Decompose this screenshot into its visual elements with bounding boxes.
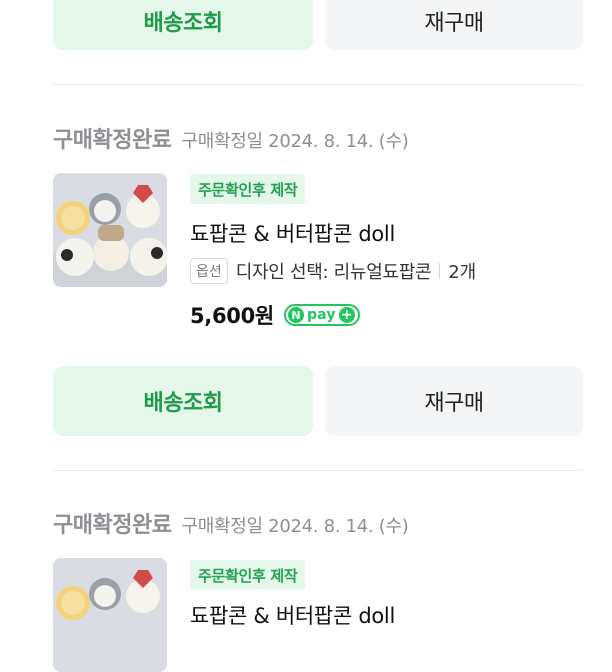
product-title[interactable]: 됴팝콘 & 버터팝콘 doll xyxy=(190,218,395,248)
track-delivery-label: 배송조회 xyxy=(143,391,223,416)
order-status: 구매확정완료 xyxy=(53,513,172,538)
option-badge: 옵션 xyxy=(190,258,228,284)
confirm-date: 구매확정일 2024. 8. 14. (수) xyxy=(181,516,409,537)
npay-n-mark: N xyxy=(287,307,304,323)
track-delivery-button[interactable]: 배송조회 xyxy=(53,366,313,436)
order-status: 구매확정완료 xyxy=(53,128,172,153)
price-row: 5,600원 N pay + xyxy=(190,300,360,330)
product-thumbnail[interactable] xyxy=(53,173,167,287)
confirm-date: 구매확정일 2024. 8. 14. (수) xyxy=(181,131,409,152)
npay-plus-icon: N pay + xyxy=(283,304,360,326)
divider xyxy=(53,84,583,85)
divider xyxy=(53,470,583,471)
track-delivery-label: 배송조회 xyxy=(143,11,223,36)
made-to-order-tag: 주문확인후 제작 xyxy=(190,174,306,204)
npay-plus-mark: + xyxy=(338,307,355,323)
product-title[interactable]: 됴팝콘 & 버터팝콘 doll xyxy=(190,600,395,630)
rebuy-button[interactable]: 재구매 xyxy=(325,0,583,50)
track-delivery-button[interactable]: 배송조회 xyxy=(53,0,313,50)
option-value: 디자인 선택: 리뉴얼됴팝콘 xyxy=(235,262,432,283)
option-row: 옵션 디자인 선택: 리뉴얼됴팝콘 2개 xyxy=(190,258,476,284)
option-separator xyxy=(439,263,441,279)
npay-text: pay xyxy=(306,307,336,323)
rebuy-label: 재구매 xyxy=(424,11,484,36)
order-status-row: 구매확정완료 구매확정일 2024. 8. 14. (수) xyxy=(53,122,409,153)
product-thumbnail[interactable] xyxy=(53,558,167,672)
made-to-order-label: 주문확인후 제작 xyxy=(198,180,298,199)
made-to-order-label: 주문확인후 제작 xyxy=(198,566,298,585)
price: 5,600원 xyxy=(190,304,274,328)
order-status-row: 구매확정완료 구매확정일 2024. 8. 14. (수) xyxy=(53,507,409,538)
made-to-order-tag: 주문확인후 제작 xyxy=(190,560,306,590)
rebuy-button[interactable]: 재구매 xyxy=(325,366,583,436)
rebuy-label: 재구매 xyxy=(424,391,484,416)
quantity: 2개 xyxy=(448,262,477,283)
